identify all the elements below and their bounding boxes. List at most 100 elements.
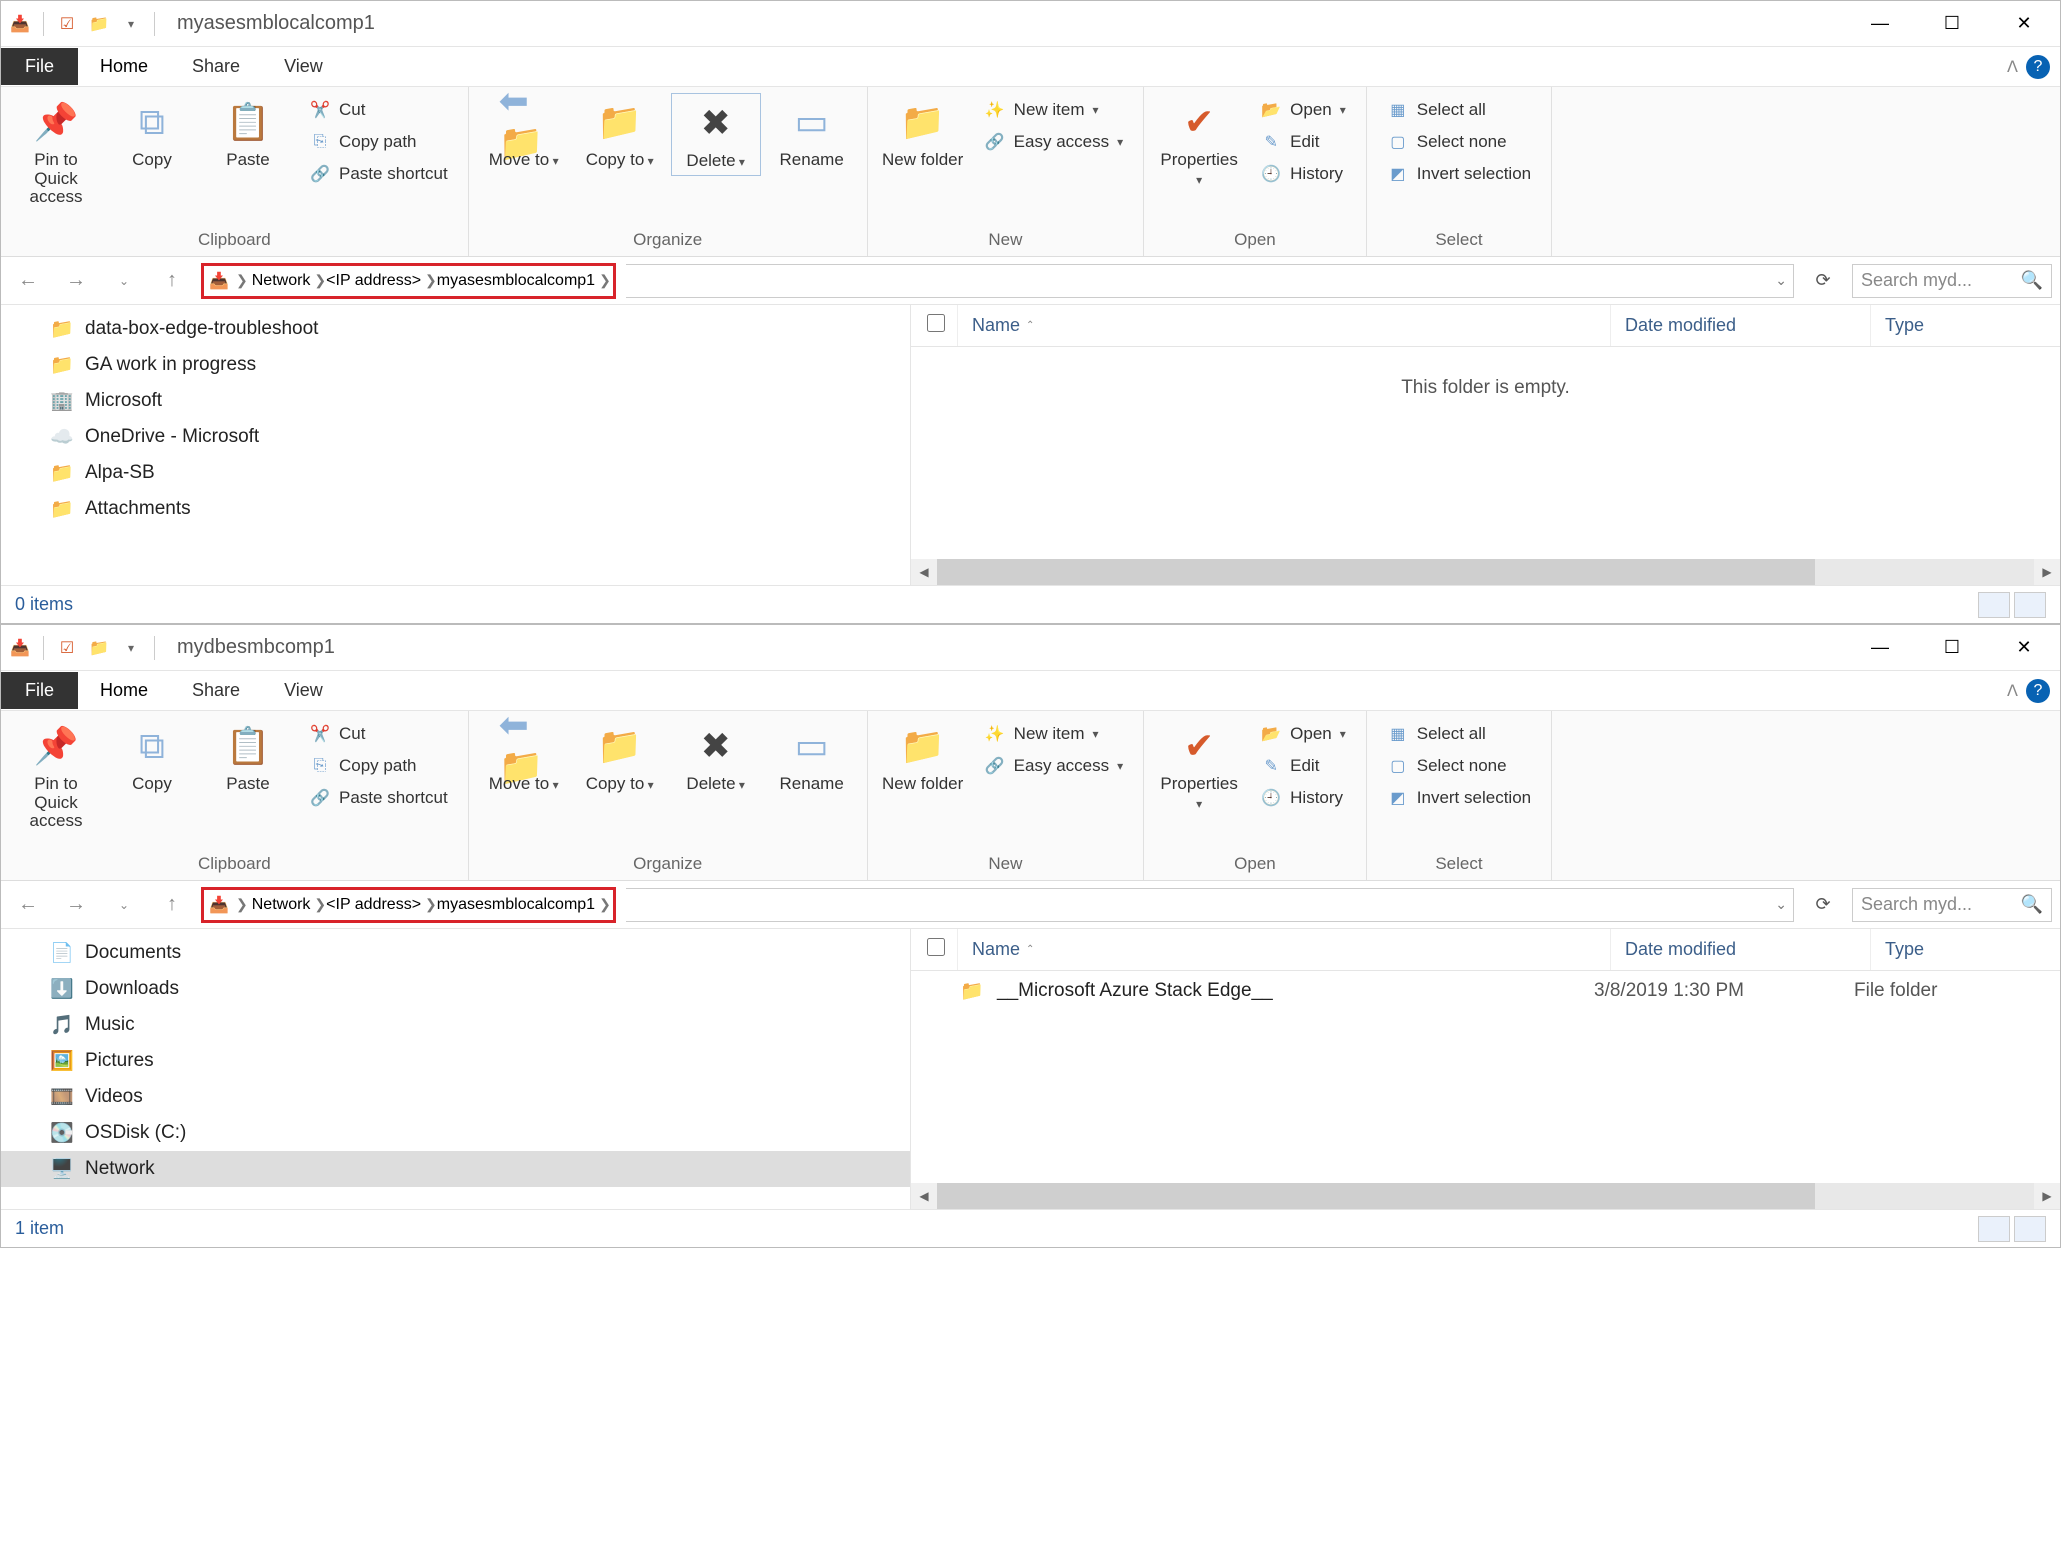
ribbon-collapse-icon[interactable]: ᐱ <box>2007 681 2018 701</box>
open-button[interactable]: 📂Open <box>1254 719 1352 749</box>
back-button[interactable]: ← <box>9 886 47 924</box>
pin-quick-access-button[interactable]: 📌 Pin to Quick access <box>11 93 101 211</box>
new-item-button[interactable]: ✨New item <box>978 95 1129 125</box>
select-none-button[interactable]: ▢Select none <box>1381 751 1537 781</box>
address-dropdown-icon[interactable]: ⌄ <box>1775 896 1787 913</box>
breadcrumb-segment[interactable]: <IP address>❯ <box>326 896 437 914</box>
breadcrumb-segment[interactable]: Network❯ <box>252 272 326 290</box>
breadcrumb-segment[interactable]: myasesmblocalcomp1❯ <box>437 896 611 914</box>
move-to-button[interactable]: ⬅📁 Move to <box>479 717 569 798</box>
new-folder-button[interactable]: 📁 New folder <box>878 717 968 798</box>
nav-item[interactable]: 📁data-box-edge-troubleshoot <box>1 311 910 347</box>
edit-button[interactable]: ✎Edit <box>1254 751 1352 781</box>
paste-button[interactable]: 📋 Paste <box>203 93 293 174</box>
new-folder-button[interactable]: 📁 New folder <box>878 93 968 174</box>
qat-dropdown-icon[interactable]: ▾ <box>118 11 144 37</box>
tab-share[interactable]: Share <box>170 672 262 709</box>
nav-item[interactable]: 📁Attachments <box>1 491 910 527</box>
scroll-right-icon[interactable]: ▶ <box>2034 559 2060 585</box>
address-bar[interactable]: ⌄ <box>626 264 1794 298</box>
search-input[interactable]: Search myd... 🔍 <box>1852 888 2052 922</box>
nav-item[interactable]: 🎞️Videos <box>1 1079 910 1115</box>
select-all-checkbox[interactable] <box>927 314 945 332</box>
navigation-pane[interactable]: 📄Documents⬇️Downloads🎵Music🖼️Pictures🎞️V… <box>1 929 911 1209</box>
easy-access-button[interactable]: 🔗Easy access <box>978 127 1129 157</box>
invert-selection-button[interactable]: ◩Invert selection <box>1381 783 1537 813</box>
copy-button[interactable]: ⧉ Copy <box>107 93 197 174</box>
close-button[interactable]: ✕ <box>1988 1 2060 47</box>
recent-dropdown[interactable]: ⌄ <box>105 886 143 924</box>
tab-share[interactable]: Share <box>170 48 262 85</box>
rename-button[interactable]: ▭ Rename <box>767 717 857 798</box>
forward-button[interactable]: → <box>57 262 95 300</box>
breadcrumb-segment[interactable]: <IP address>❯ <box>326 272 437 290</box>
history-button[interactable]: 🕘History <box>1254 159 1352 189</box>
thumbnails-view-button[interactable] <box>2014 592 2046 618</box>
nav-item[interactable]: 🏢Microsoft <box>1 383 910 419</box>
column-type[interactable]: Type <box>1870 929 2060 970</box>
horizontal-scrollbar[interactable]: ◀ ▶ <box>911 1183 2060 1209</box>
copy-path-button[interactable]: ⎘Copy path <box>303 751 454 781</box>
refresh-button[interactable]: ⟳ <box>1804 888 1842 922</box>
nav-item[interactable]: 🖥️Network <box>1 1151 910 1187</box>
address-bar[interactable]: ⌄ <box>626 888 1794 922</box>
horizontal-scrollbar[interactable]: ◀ ▶ <box>911 559 2060 585</box>
qat-folder-icon[interactable]: 📁 <box>86 11 112 37</box>
easy-access-button[interactable]: 🔗Easy access <box>978 751 1129 781</box>
paste-shortcut-button[interactable]: 🔗Paste shortcut <box>303 783 454 813</box>
properties-button[interactable]: ✔ Properties <box>1154 93 1244 192</box>
tab-file[interactable]: File <box>1 672 78 709</box>
select-all-button[interactable]: ▦Select all <box>1381 95 1537 125</box>
column-date[interactable]: Date modified <box>1610 929 1870 970</box>
nav-item[interactable]: 📄Documents <box>1 935 910 971</box>
minimize-button[interactable]: — <box>1844 625 1916 671</box>
maximize-button[interactable]: ☐ <box>1916 625 1988 671</box>
select-none-button[interactable]: ▢Select none <box>1381 127 1537 157</box>
nav-item[interactable]: ⬇️Downloads <box>1 971 910 1007</box>
tab-file[interactable]: File <box>1 48 78 85</box>
tab-home[interactable]: Home <box>78 672 170 709</box>
address-dropdown-icon[interactable]: ⌄ <box>1775 272 1787 289</box>
pin-quick-access-button[interactable]: 📌 Pin to Quick access <box>11 717 101 835</box>
nav-item[interactable]: 📁Alpa-SB <box>1 455 910 491</box>
back-button[interactable]: ← <box>9 262 47 300</box>
nav-item[interactable]: 💽OSDisk (C:) <box>1 1115 910 1151</box>
copy-to-button[interactable]: 📁 Copy to <box>575 717 665 798</box>
qat-dropdown-icon[interactable]: ▾ <box>118 635 144 661</box>
nav-item[interactable]: ☁️OneDrive - Microsoft <box>1 419 910 455</box>
scroll-left-icon[interactable]: ◀ <box>911 559 937 585</box>
qat-properties-icon[interactable]: ☑ <box>54 635 80 661</box>
cut-button[interactable]: ✂️Cut <box>303 719 454 749</box>
history-button[interactable]: 🕘History <box>1254 783 1352 813</box>
search-input[interactable]: Search myd... 🔍 <box>1852 264 2052 298</box>
help-icon[interactable]: ? <box>2026 55 2050 79</box>
refresh-button[interactable]: ⟳ <box>1804 264 1842 298</box>
column-date[interactable]: Date modified <box>1610 305 1870 346</box>
file-row[interactable]: 📁 __Microsoft Azure Stack Edge__ 3/8/201… <box>911 971 2060 1011</box>
minimize-button[interactable]: — <box>1844 1 1916 47</box>
details-view-button[interactable] <box>1978 1216 2010 1242</box>
copy-to-button[interactable]: 📁 Copy to <box>575 93 665 174</box>
tab-view[interactable]: View <box>262 672 345 709</box>
column-name[interactable]: Name⌃ <box>957 929 1610 970</box>
tab-home[interactable]: Home <box>78 48 170 85</box>
delete-button[interactable]: ✖ Delete <box>671 717 761 798</box>
ribbon-collapse-icon[interactable]: ᐱ <box>2007 57 2018 77</box>
copy-path-button[interactable]: ⎘Copy path <box>303 127 454 157</box>
nav-item[interactable]: 🎵Music <box>1 1007 910 1043</box>
cut-button[interactable]: ✂️Cut <box>303 95 454 125</box>
paste-shortcut-button[interactable]: 🔗Paste shortcut <box>303 159 454 189</box>
select-all-checkbox[interactable] <box>927 938 945 956</box>
breadcrumb-segment[interactable]: Network❯ <box>252 896 326 914</box>
breadcrumb-segment[interactable]: myasesmblocalcomp1❯ <box>437 272 611 290</box>
recent-dropdown[interactable]: ⌄ <box>105 262 143 300</box>
qat-folder-icon[interactable]: 📁 <box>86 635 112 661</box>
scroll-left-icon[interactable]: ◀ <box>911 1183 937 1209</box>
scroll-right-icon[interactable]: ▶ <box>2034 1183 2060 1209</box>
paste-button[interactable]: 📋 Paste <box>203 717 293 798</box>
help-icon[interactable]: ? <box>2026 679 2050 703</box>
invert-selection-button[interactable]: ◩Invert selection <box>1381 159 1537 189</box>
tab-view[interactable]: View <box>262 48 345 85</box>
move-to-button[interactable]: ⬅📁 Move to <box>479 93 569 174</box>
forward-button[interactable]: → <box>57 886 95 924</box>
